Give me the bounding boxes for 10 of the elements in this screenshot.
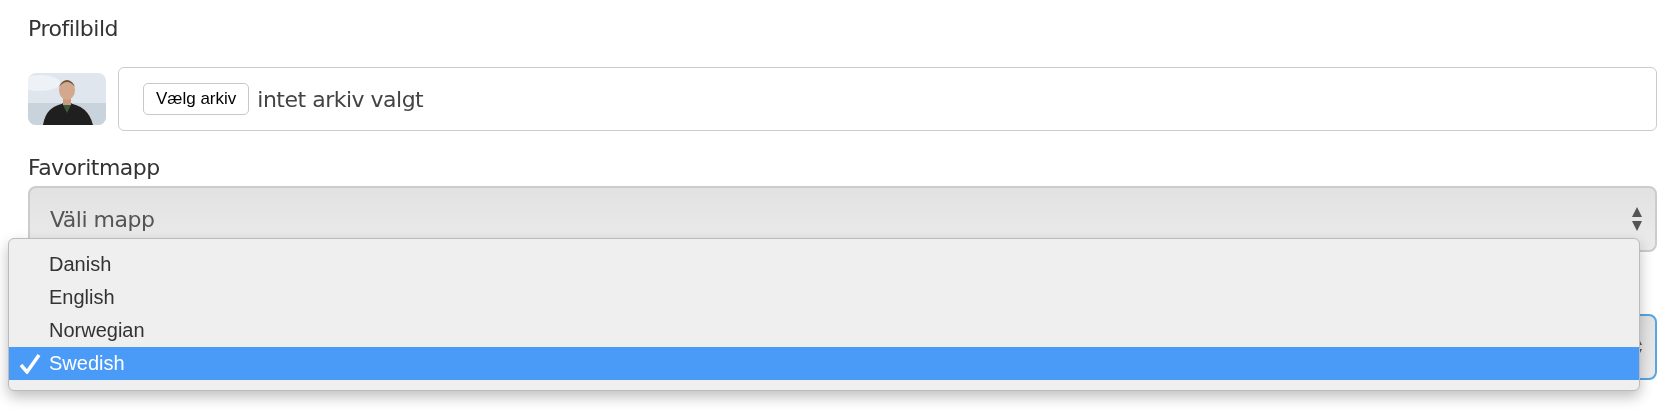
field-label: Profilbild: [28, 16, 119, 41]
dropdown-option[interactable]: English: [9, 281, 1639, 314]
select-value: Väli mapp: [50, 206, 155, 232]
file-input-field[interactable]: Vælg arkiv intet arkiv valgt: [118, 67, 1657, 131]
checkmark-icon: [19, 354, 41, 374]
dropdown-option[interactable]: Norwegian: [9, 314, 1639, 347]
select-arrows-icon: [1631, 206, 1643, 232]
file-status-text: intet arkiv valgt: [257, 86, 424, 112]
choose-file-button[interactable]: Vælg arkiv: [143, 83, 250, 115]
field-label: Favoritmapp: [28, 155, 160, 180]
